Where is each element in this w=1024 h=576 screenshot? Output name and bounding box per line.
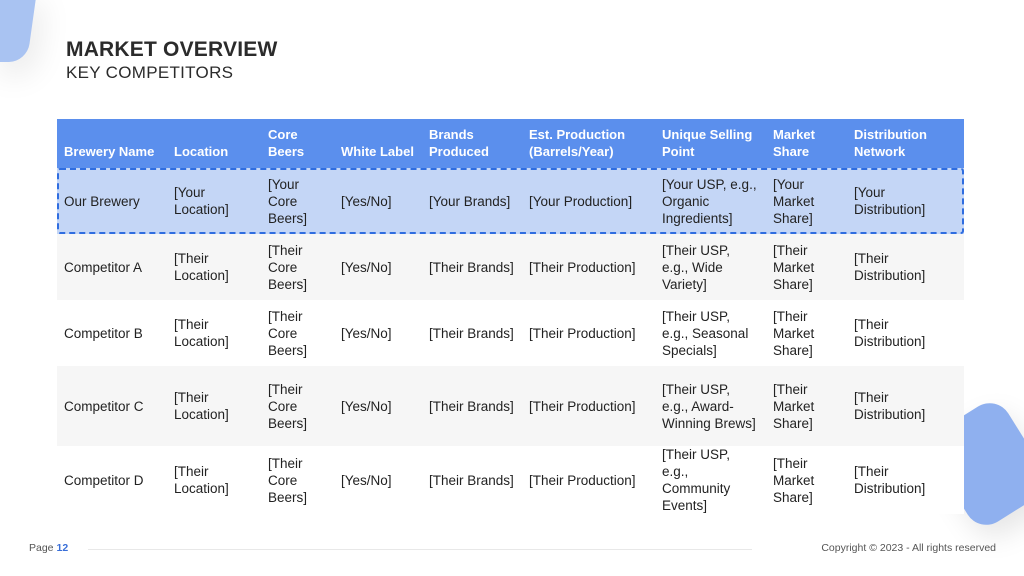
table-cell: [Your Core Beers] [261,168,334,234]
table-row-competitor-d: Competitor D [Their Location] [Their Cor… [57,446,964,514]
table-cell: [Your Location] [167,168,261,234]
table-cell: [Their Location] [167,366,261,446]
table-cell: Our Brewery [57,168,167,234]
column-header: Distribution Network [847,119,964,168]
table-row-competitor-a: Competitor A [Their Location] [Their Cor… [57,234,964,300]
page-number: 12 [56,542,69,554]
column-header: Market Share [766,119,847,168]
column-header: Core Beers [261,119,334,168]
column-header: Unique Selling Point [655,119,766,168]
table-cell: [Their Distribution] [847,446,964,514]
table-cell: [Their Market Share] [766,366,847,446]
footer-divider [88,549,752,550]
table-cell: [Their Market Share] [766,300,847,366]
competitor-table-container: Brewery Name Location Core Beers White L… [57,119,964,514]
slide-title: MARKET OVERVIEW [66,38,278,61]
table-cell: [Their Core Beers] [261,300,334,366]
column-header: Brands Produced [422,119,522,168]
page-label: Page [29,542,54,554]
table-cell: [Their Market Share] [766,234,847,300]
table-cell: [Your Production] [522,168,655,234]
competitor-table: Brewery Name Location Core Beers White L… [57,119,964,514]
table-cell: [Your Market Share] [766,168,847,234]
table-cell: [Your Brands] [422,168,522,234]
table-cell: [Your Distribution] [847,168,964,234]
table-cell: [Their Brands] [422,366,522,446]
table-cell: [Their Distribution] [847,300,964,366]
table-cell: [Their Core Beers] [261,446,334,514]
table-cell: [Yes/No] [334,300,422,366]
table-header-row: Brewery Name Location Core Beers White L… [57,119,964,168]
table-cell: [Yes/No] [334,234,422,300]
table-cell: [Their Brands] [422,234,522,300]
table-cell: [Their Core Beers] [261,234,334,300]
table-cell: [Their USP, e.g., Wide Variety] [655,234,766,300]
table-cell: [Their USP, e.g., Award-Winning Brews] [655,366,766,446]
table-cell: [Their Production] [522,300,655,366]
table-cell: [Their Location] [167,446,261,514]
decorative-shape-top-left [0,0,38,62]
table-cell: [Their USP, e.g., Seasonal Specials] [655,300,766,366]
table-cell: [Their Production] [522,446,655,514]
table-cell: [Their Core Beers] [261,366,334,446]
column-header: Location [167,119,261,168]
column-header: Est. Production (Barrels/Year) [522,119,655,168]
column-header: White Label [334,119,422,168]
slide-subtitle: KEY COMPETITORS [66,63,234,82]
page-indicator: Page 12 [29,542,68,554]
table-cell: Competitor D [57,446,167,514]
table-cell: Competitor B [57,300,167,366]
table-cell: [Yes/No] [334,366,422,446]
table-cell: [Their Production] [522,234,655,300]
column-header: Brewery Name [57,119,167,168]
table-cell: [Their Market Share] [766,446,847,514]
table-row-competitor-c: Competitor C [Their Location] [Their Cor… [57,366,964,446]
table-cell: Competitor A [57,234,167,300]
table-cell: [Their Location] [167,234,261,300]
table-cell: [Their Location] [167,300,261,366]
table-cell: [Their Production] [522,366,655,446]
table-cell: [Their Distribution] [847,366,964,446]
table-cell: [Their Brands] [422,446,522,514]
slide-header: MARKET OVERVIEW KEY COMPETITORS [66,38,277,84]
table-cell: [Their USP, e.g., Community Events] [655,446,766,514]
table-cell: [Yes/No] [334,168,422,234]
table-cell: [Their Distribution] [847,234,964,300]
table-row-our-brewery: Our Brewery [Your Location] [Your Core B… [57,168,964,234]
table-cell: [Yes/No] [334,446,422,514]
table-cell: [Your USP, e.g., Organic Ingredients] [655,168,766,234]
table-cell: Competitor C [57,366,167,446]
copyright-text: Copyright © 2023 - All rights reserved [821,542,996,554]
table-row-competitor-b: Competitor B [Their Location] [Their Cor… [57,300,964,366]
table-cell: [Their Brands] [422,300,522,366]
